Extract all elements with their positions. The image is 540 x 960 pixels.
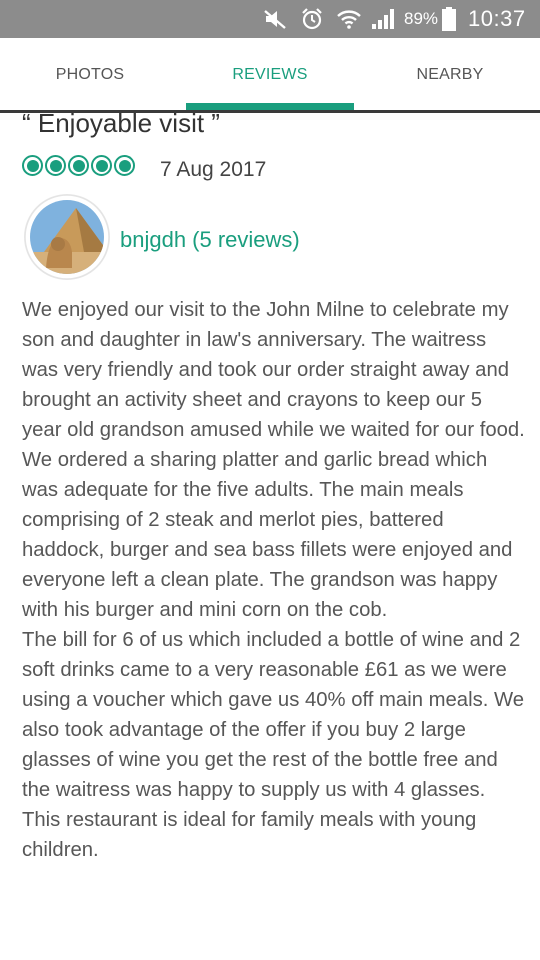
review-date: 7 Aug 2017 <box>160 158 267 181</box>
rating-bubble-icon <box>22 155 43 176</box>
battery-icon <box>442 0 456 38</box>
review-paragraph: The bill for 6 of us which included a bo… <box>22 629 525 861</box>
review-title: “ Enjoyable visit ” <box>22 108 220 138</box>
tab-reviews[interactable]: REVIEWS <box>186 38 354 111</box>
tab-nearby[interactable]: NEARBY <box>360 38 540 111</box>
status-bar: 89% 10:37 <box>0 0 540 38</box>
rating-bubbles <box>22 155 135 176</box>
tab-bar: PHOTOS REVIEWS NEARBY <box>0 38 540 111</box>
clock: 10:37 <box>468 6 526 31</box>
battery-percent: 89% <box>404 9 439 28</box>
wifi-icon <box>336 0 362 38</box>
signal-icon <box>371 0 397 38</box>
rating-bubble-icon <box>45 155 66 176</box>
alarm-icon <box>300 0 324 38</box>
reviewer-link[interactable]: bnjgdh (5 reviews) <box>120 227 300 253</box>
tab-photos[interactable]: PHOTOS <box>0 38 180 111</box>
review-paragraph: We enjoyed our visit to the John Milne t… <box>22 299 525 621</box>
rating-bubble-icon <box>68 155 89 176</box>
rating-bubble-icon <box>91 155 112 176</box>
rating-bubble-icon <box>114 155 135 176</box>
review-body: We enjoyed our visit to the John Milne t… <box>22 295 527 865</box>
avatar[interactable] <box>24 194 110 280</box>
mute-icon <box>262 0 288 38</box>
